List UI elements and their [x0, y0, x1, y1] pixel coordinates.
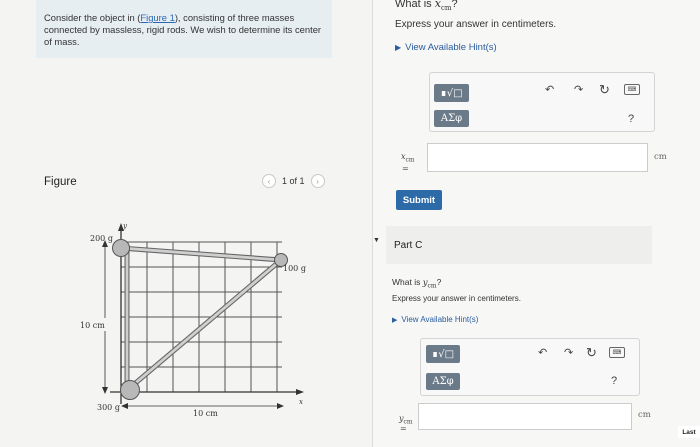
q2-prefix: What is: [392, 277, 423, 287]
part-c-hints-toggle[interactable]: ▶ View Available Hint(s): [392, 315, 478, 324]
undo-icon[interactable]: ↶: [538, 346, 547, 359]
part-c-math-toolbar: ∎√□ ΑΣφ ↶ ↷ ↻ ⌨ ?: [420, 338, 640, 396]
help-button[interactable]: ?: [611, 375, 617, 387]
hints-label: View Available Hint(s): [401, 315, 479, 324]
figure-link[interactable]: Figure 1: [140, 12, 174, 23]
last-button[interactable]: Last: [678, 426, 700, 438]
greek-symbols-button[interactable]: ΑΣφ: [426, 373, 460, 390]
q-suffix: ?: [451, 0, 458, 10]
equals-sign: =: [402, 164, 409, 173]
mass-system-figure: y x 10 cm 10 cm 200 g 100 g 300 g: [78, 222, 306, 418]
part-b-instruction: Express your answer in centimeters.: [395, 19, 557, 30]
mass-label-300g: 300 g: [97, 403, 120, 412]
mass-label-200g: 200 g: [90, 234, 113, 243]
hints-label: View Available Hint(s): [405, 42, 497, 53]
q-prefix: What is: [395, 0, 435, 10]
mass-200g: [112, 239, 130, 257]
equals-sign: =: [400, 424, 407, 433]
ycm-unit: cm: [638, 410, 651, 420]
xcm-unit: cm: [654, 152, 667, 162]
ycm-answer-input[interactable]: [418, 403, 632, 430]
mass-300g: [120, 380, 140, 400]
prev-figure-button[interactable]: ‹: [262, 174, 276, 188]
expand-triangle-icon: ▶: [395, 43, 402, 52]
expand-triangle-icon: ▶: [392, 317, 398, 324]
undo-icon[interactable]: ↶: [545, 83, 554, 96]
templates-button[interactable]: ∎√□: [426, 345, 460, 363]
xcm-var-sub: cm: [405, 156, 415, 164]
part-b-question: What is xcm?: [395, 0, 458, 12]
part-c-instruction: Express your answer in centimeters.: [392, 294, 521, 303]
next-figure-button[interactable]: ›: [310, 174, 325, 188]
part-c-question: What is ycm?: [392, 277, 441, 290]
x-axis-label: x: [299, 398, 303, 406]
keyboard-icon[interactable]: ⌨: [624, 84, 640, 95]
problem-statement: Consider the object in (Figure 1), consi…: [36, 0, 332, 58]
part-c-header[interactable]: [386, 226, 652, 264]
help-button[interactable]: ?: [628, 113, 634, 125]
redo-icon[interactable]: ↷: [574, 83, 583, 96]
reset-icon[interactable]: ↻: [586, 345, 597, 361]
part-b-hints-toggle[interactable]: ▶ View Available Hint(s): [395, 42, 497, 53]
mass-label-100g: 100 g: [283, 264, 306, 273]
submit-button[interactable]: Submit: [396, 190, 442, 210]
figure-pager: ‹ 1 of 1 ›: [262, 174, 325, 188]
templates-button[interactable]: ∎√□: [434, 84, 469, 102]
problem-text-start: Consider the object in (: [44, 12, 141, 23]
x-scale-label: 10 cm: [193, 409, 218, 418]
part-c-label: Part C: [394, 240, 423, 251]
greek-symbols-button[interactable]: ΑΣφ: [434, 110, 469, 127]
pager-count: 1 of 1: [282, 176, 305, 186]
keyboard-icon[interactable]: ⌨: [609, 347, 625, 358]
collapse-chevron-icon[interactable]: ▼: [373, 237, 380, 244]
xcm-variable-label: xcm: [401, 152, 415, 164]
q2-var-sub: cm: [427, 282, 437, 290]
q-var-sub: cm: [440, 4, 452, 13]
redo-icon[interactable]: ↷: [564, 346, 573, 359]
y-scale-label: 10 cm: [80, 321, 105, 330]
reset-icon[interactable]: ↻: [599, 82, 610, 98]
y-axis-label: y: [122, 222, 128, 230]
part-b-math-toolbar: ∎√□ ΑΣφ ↶ ↷ ↻ ⌨ ?: [429, 72, 655, 132]
q2-suffix: ?: [436, 277, 442, 287]
xcm-answer-input[interactable]: [427, 143, 648, 172]
figure-heading: Figure: [44, 176, 77, 188]
